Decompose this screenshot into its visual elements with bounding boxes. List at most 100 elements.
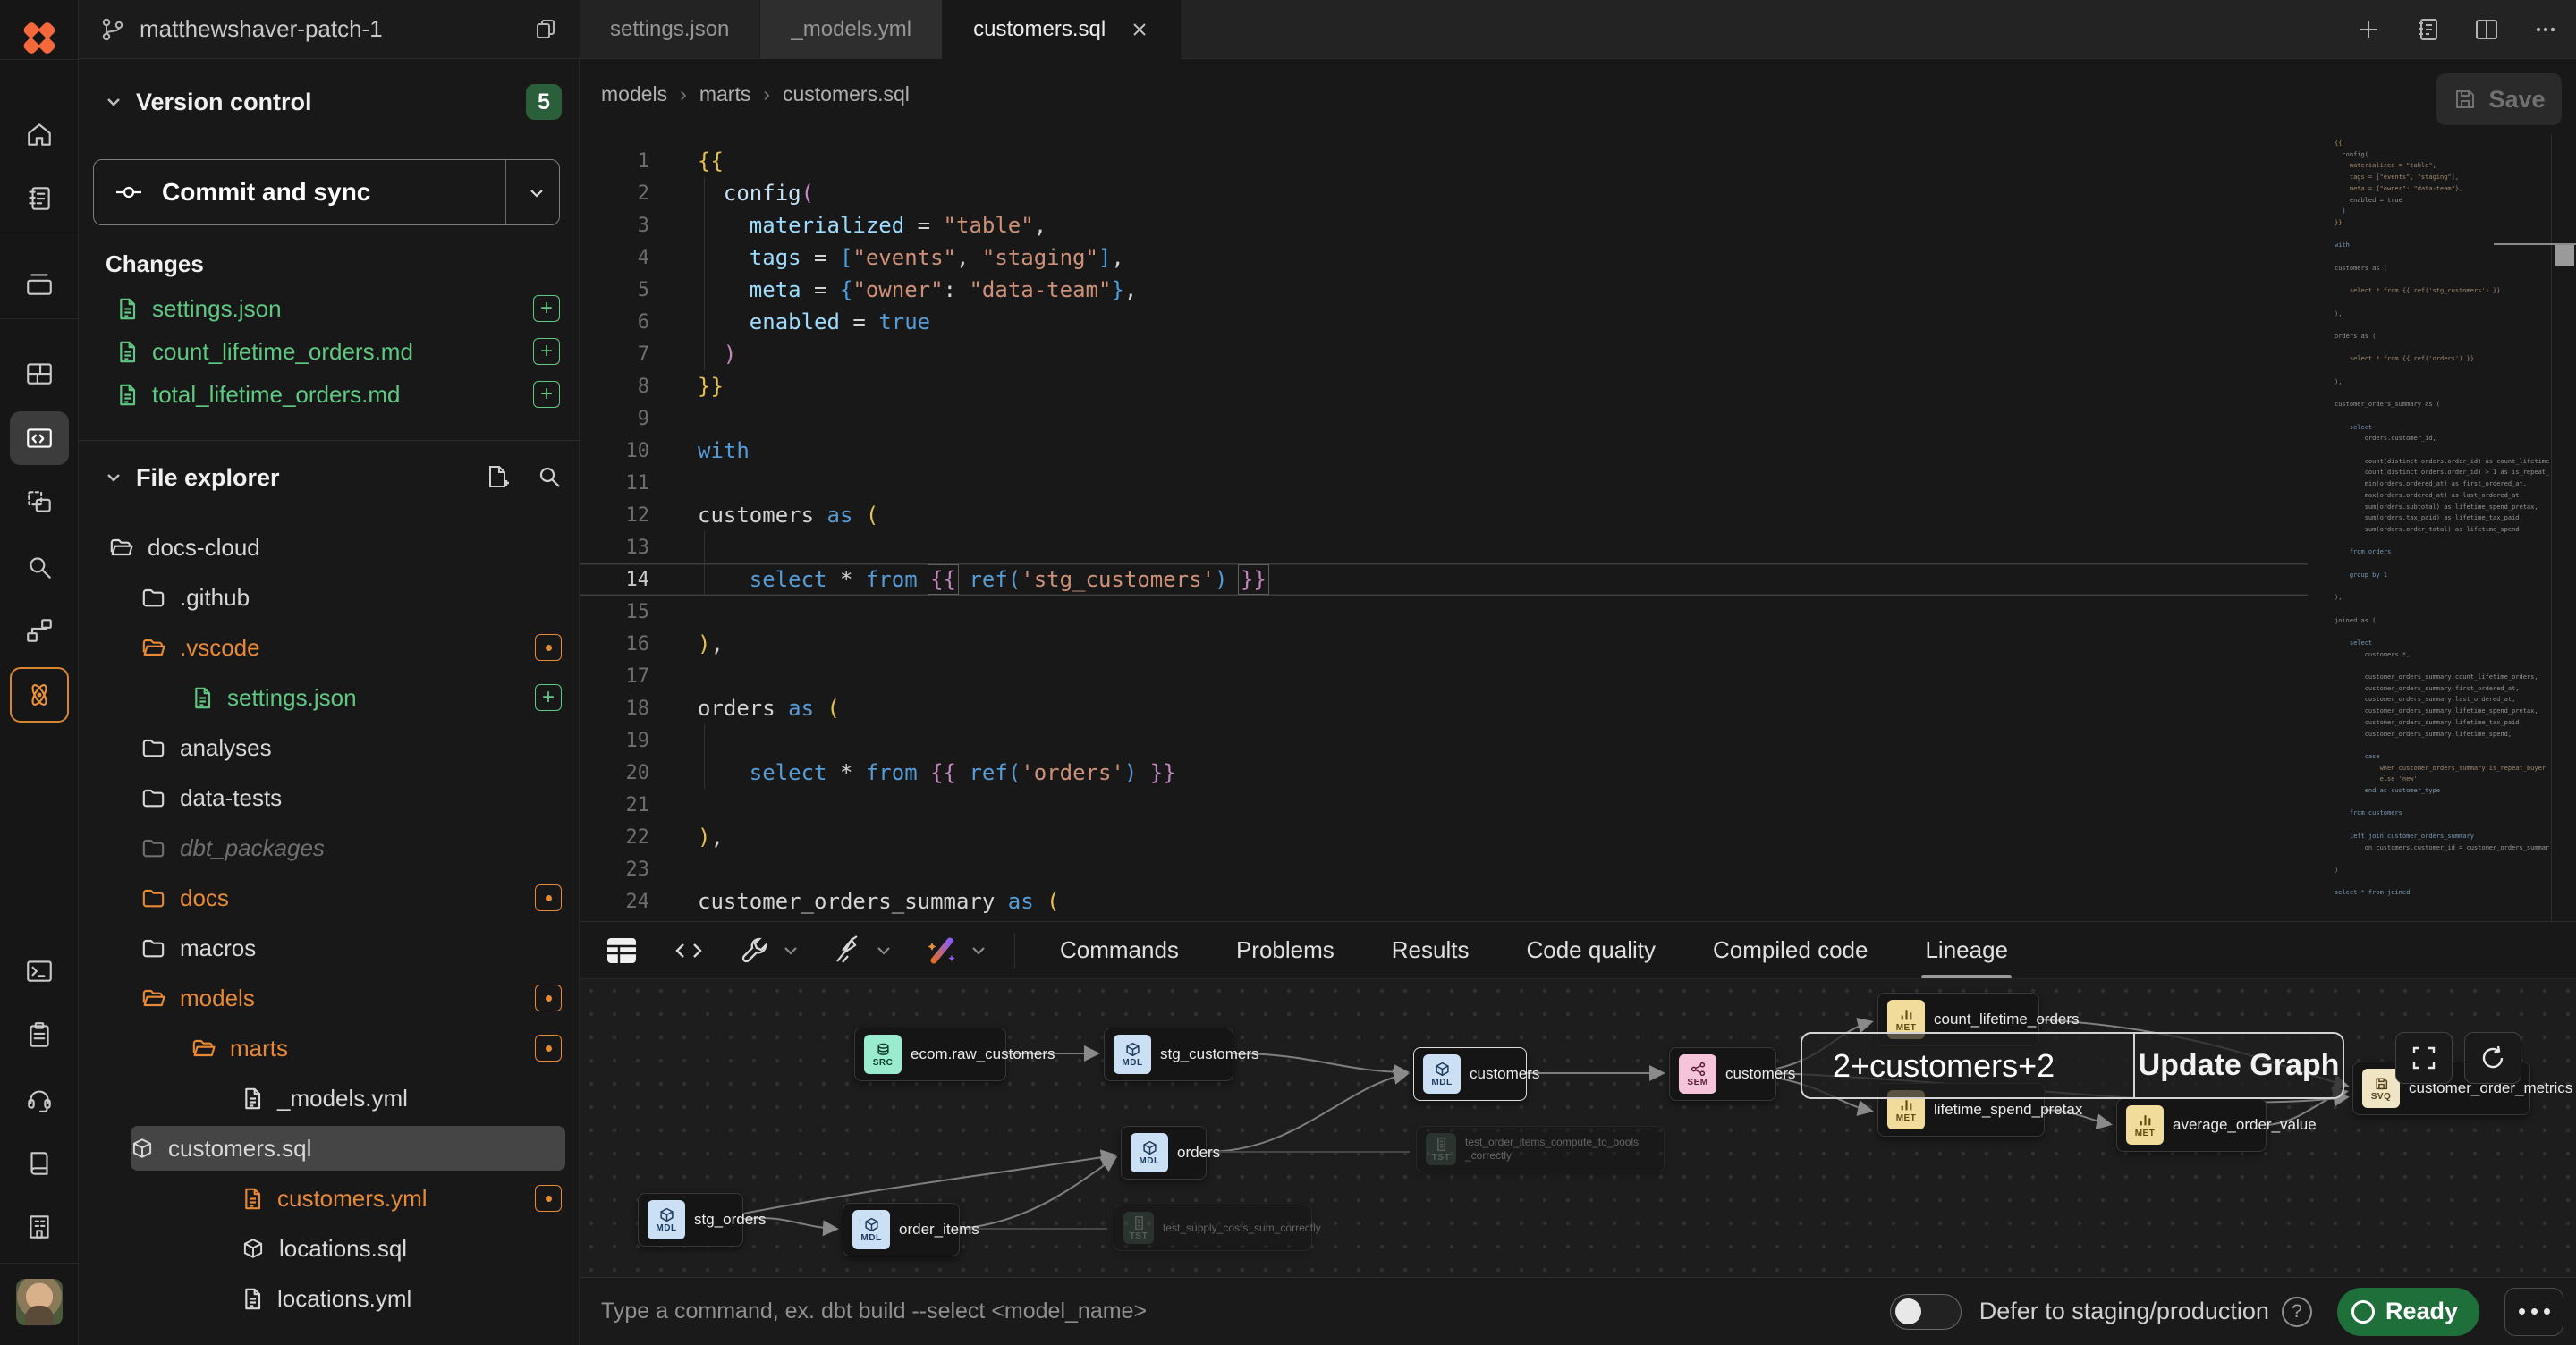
code-line-9[interactable]: 9 — [580, 402, 2308, 435]
lineage-node-stg_orders[interactable]: MDLstg_orders — [638, 1193, 743, 1247]
code-line-21[interactable]: 21 — [580, 789, 2308, 821]
code-line-2[interactable]: 2 config( — [580, 177, 2308, 209]
help-icon[interactable]: ? — [2282, 1297, 2312, 1327]
tab-models-yml[interactable]: _models.yml — [760, 0, 943, 59]
defer-toggle[interactable] — [1890, 1294, 1962, 1330]
lineage-selector-overlay[interactable]: 2+customers+2 Update Graph — [1801, 1032, 2344, 1099]
stage-change-badge[interactable]: + — [535, 684, 562, 711]
code-line-7[interactable]: 7 ) — [580, 338, 2308, 370]
lineage-node-customers_semantic[interactable]: SEMcustomers — [1669, 1047, 1776, 1101]
terminal-icon[interactable] — [10, 944, 69, 998]
build-wrench-icon[interactable] — [737, 933, 773, 969]
tasks-icon[interactable] — [10, 1009, 69, 1062]
version-control-header[interactable]: Version control 5 — [79, 80, 580, 123]
lineage-node-customers_model[interactable]: MDLcustomers — [1413, 1047, 1527, 1101]
select-icon[interactable] — [10, 476, 69, 529]
lineage-nav-icon[interactable] — [10, 604, 69, 657]
code-line-8[interactable]: 8}} — [580, 370, 2308, 402]
code-line-6[interactable]: 6 enabled = true — [580, 306, 2308, 338]
commit-and-sync-button[interactable]: Commit and sync — [93, 159, 560, 225]
tree-item-data-tests[interactable]: data-tests — [88, 775, 571, 820]
environments-icon[interactable] — [10, 258, 69, 311]
code-line-1[interactable]: 1{{ — [580, 145, 2308, 177]
changed-file-total_lifetime_orders.md[interactable]: total_lifetime_orders.md+ — [89, 373, 569, 416]
panel-tab-problems[interactable]: Problems — [1208, 922, 1363, 979]
modified-badge[interactable] — [535, 884, 562, 911]
code-line-24[interactable]: 24customer_orders_summary as ( — [580, 885, 2308, 918]
copy-icon[interactable] — [531, 15, 560, 44]
tree-item-customers.sql[interactable]: customers.sql — [131, 1126, 565, 1171]
tree-item-dbt_packages[interactable]: dbt_packages — [88, 825, 571, 870]
minimap[interactable]: {{ config( materialized = "table", tags … — [2334, 138, 2549, 907]
home-icon[interactable] — [10, 107, 69, 161]
tree-item-customers.yml[interactable]: customers.yml — [88, 1176, 571, 1221]
panel-tab-compiled-code[interactable]: Compiled code — [1684, 922, 1896, 979]
code-line-15[interactable]: 15 — [580, 596, 2308, 628]
lineage-query-input[interactable]: 2+customers+2 — [1802, 1047, 2133, 1085]
lineage-node-stg_customers[interactable]: MDLstg_customers — [1104, 1028, 1233, 1081]
changed-file-settings.json[interactable]: settings.json+ — [89, 287, 569, 330]
modified-badge[interactable] — [535, 1035, 562, 1062]
code-line-4[interactable]: 4 tags = ["events", "staging"], — [580, 241, 2308, 274]
lineage-node-order_items[interactable]: MDLorder_items — [843, 1203, 960, 1256]
tree-item-macros[interactable]: macros — [88, 926, 571, 970]
tree-item-locations.sql[interactable]: locations.sql — [88, 1226, 571, 1271]
scrollbar-thumb[interactable] — [2555, 245, 2574, 266]
stage-change-badge[interactable]: + — [533, 295, 560, 322]
close-tab-icon[interactable] — [1129, 19, 1150, 40]
ai-fix-icon[interactable] — [923, 932, 961, 969]
changed-file-count_lifetime_orders.md[interactable]: count_lifetime_orders.md+ — [89, 330, 569, 373]
code-line-10[interactable]: 10with — [580, 435, 2308, 467]
code-line-5[interactable]: 5 meta = {"owner": "data-team"}, — [580, 274, 2308, 306]
tree-item-marts[interactable]: marts — [88, 1026, 571, 1070]
format-broom-icon[interactable] — [830, 933, 866, 969]
code-line-19[interactable]: 19 — [580, 724, 2308, 757]
release-notes-icon[interactable] — [10, 172, 69, 225]
new-file-icon[interactable] — [484, 463, 511, 490]
code-line-13[interactable]: 13 — [580, 531, 2308, 563]
new-tab-icon[interactable] — [2354, 15, 2383, 44]
panel-tab-code-quality[interactable]: Code quality — [1497, 922, 1684, 979]
tree-item-models[interactable]: models — [88, 976, 571, 1020]
update-graph-button[interactable]: Update Graph — [2135, 1048, 2343, 1083]
save-button[interactable]: Save — [2436, 73, 2562, 125]
ai-assistant-icon[interactable] — [10, 667, 69, 723]
code-line-18[interactable]: 18orders as ( — [580, 692, 2308, 724]
docs-icon[interactable] — [10, 1137, 69, 1190]
tree-item-.vscode[interactable]: .vscode — [88, 625, 571, 670]
fullscreen-button[interactable] — [2395, 1032, 2453, 1084]
modified-badge[interactable] — [535, 1185, 562, 1212]
tree-item-analyses[interactable]: analyses — [88, 725, 571, 770]
panel-tab-commands[interactable]: Commands — [1031, 922, 1208, 979]
compile-code-icon[interactable] — [671, 933, 707, 969]
organization-icon[interactable] — [10, 1200, 69, 1254]
more-actions-button[interactable] — [2504, 1288, 2563, 1336]
search-files-icon[interactable] — [536, 463, 563, 490]
stage-change-badge[interactable]: + — [533, 338, 560, 365]
modified-badge[interactable] — [535, 634, 562, 661]
tree-item-.github[interactable]: .github — [88, 575, 571, 620]
chevron-down-icon[interactable] — [970, 942, 987, 960]
code-lines[interactable]: 1{{2 config(3 materialized = "table",4 t… — [580, 145, 2308, 918]
status-badge[interactable]: Ready — [2337, 1288, 2479, 1336]
stage-change-badge[interactable]: + — [533, 381, 560, 408]
code-line-11[interactable]: 11 — [580, 467, 2308, 499]
more-options-icon[interactable] — [2531, 15, 2560, 44]
tree-item-locations.yml[interactable]: locations.yml — [88, 1276, 571, 1321]
code-line-17[interactable]: 17 — [580, 660, 2308, 692]
breadcrumb-marts[interactable]: marts — [699, 82, 751, 106]
tree-item-settings.json[interactable]: settings.json+ — [88, 675, 571, 720]
panel-tab-results[interactable]: Results — [1363, 922, 1498, 979]
lineage-node-average_order_value[interactable]: METaverage_order_value — [2116, 1098, 2267, 1152]
chevron-down-icon[interactable] — [782, 942, 800, 960]
lineage-node-raw_customers[interactable]: SRCecom.raw_customers — [854, 1028, 1006, 1081]
tab-customers-sql[interactable]: customers.sql — [943, 0, 1182, 59]
tree-item-docs[interactable]: docs — [88, 876, 571, 920]
code-line-12[interactable]: 12customers as ( — [580, 499, 2308, 531]
tree-item-_models.yml[interactable]: _models.yml — [88, 1076, 571, 1121]
modified-badge[interactable] — [535, 985, 562, 1011]
split-editor-icon[interactable] — [2472, 15, 2501, 44]
code-line-20[interactable]: 20 select * from {{ ref('orders') }} — [580, 757, 2308, 789]
lineage-node-test_supply_costs_sum_correctly[interactable]: TSTtest_supply_costs_sum_correctly — [1114, 1205, 1312, 1251]
code-line-22[interactable]: 22), — [580, 821, 2308, 853]
